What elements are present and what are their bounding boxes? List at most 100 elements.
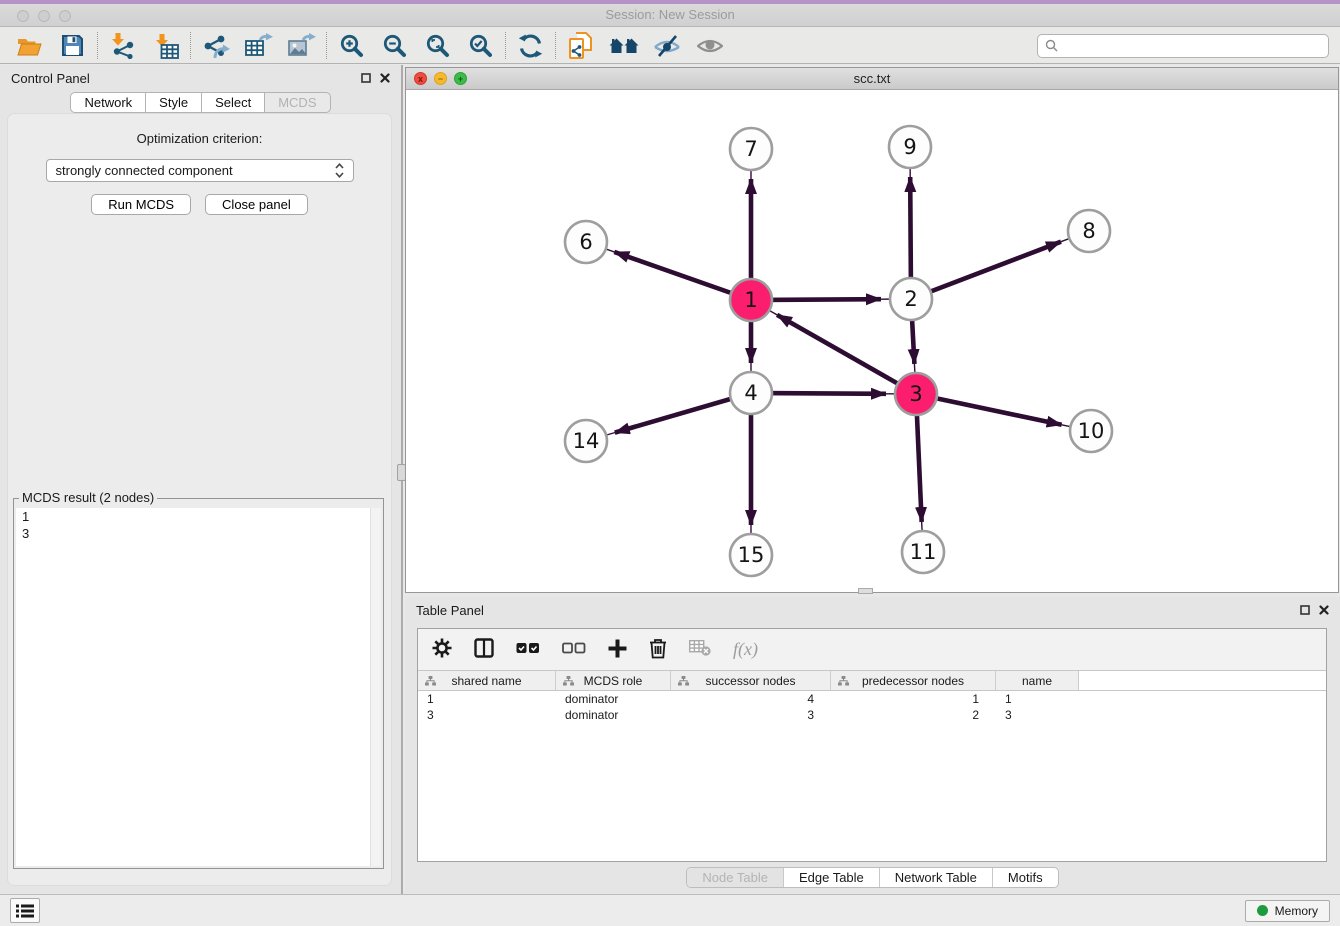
graph-node-1[interactable]: 1 [730, 279, 772, 321]
dropdown-stepper-icon [335, 163, 344, 178]
network-title: scc.txt [406, 71, 1338, 86]
tab-node-table[interactable]: Node Table [687, 868, 783, 887]
zoom-fit-icon [425, 33, 450, 58]
zoom-in-button[interactable] [330, 30, 373, 61]
export-image-button[interactable] [280, 30, 323, 61]
float-panel-icon[interactable] [361, 73, 371, 83]
import-network-button[interactable] [101, 30, 144, 61]
table-settings-button[interactable] [432, 638, 452, 661]
show-all-button[interactable] [688, 30, 731, 61]
network-maximize-icon[interactable]: + [454, 72, 467, 85]
open-session-button[interactable] [8, 30, 51, 61]
graph-edge-3-10[interactable] [916, 394, 1062, 425]
graph-node-label: 11 [910, 540, 937, 564]
close-panel-icon[interactable] [380, 73, 390, 83]
gear-icon [432, 638, 452, 658]
import-table-button[interactable] [144, 30, 187, 61]
graph-node-3[interactable]: 3 [895, 373, 937, 415]
graph-node-2[interactable]: 2 [890, 278, 932, 320]
criterion-dropdown[interactable]: strongly connected component [46, 159, 354, 182]
graph-node-10[interactable]: 10 [1070, 410, 1112, 452]
memory-button[interactable]: Memory [1245, 900, 1330, 922]
table-tabs: Node Table Edge Table Network Table Moti… [405, 867, 1340, 888]
tab-select[interactable]: Select [202, 92, 265, 113]
toolbar-separator [97, 32, 98, 59]
save-floppy-icon [61, 34, 84, 57]
column-tree-icon [563, 676, 574, 686]
network-close-icon[interactable]: x [414, 72, 427, 85]
column-header-predecessor-nodes[interactable]: predecessor nodes [831, 671, 996, 690]
add-column-button[interactable] [608, 639, 627, 661]
close-panel-icon[interactable] [1319, 605, 1329, 615]
run-mcds-button[interactable]: Run MCDS [91, 194, 191, 215]
network-window-titlebar[interactable]: x − + scc.txt [406, 68, 1338, 90]
column-header-mcds-role[interactable]: MCDS role [556, 671, 671, 690]
control-panel: Control Panel Network Style Select MCDS … [0, 65, 401, 894]
result-scrollbar[interactable] [370, 508, 381, 866]
hide-selected-button[interactable] [645, 30, 688, 61]
search-box[interactable] [1037, 34, 1329, 58]
memory-status-icon [1257, 905, 1268, 916]
deselect-all-icon [562, 642, 586, 654]
tab-network-table[interactable]: Network Table [879, 868, 992, 887]
graph-node-4[interactable]: 4 [730, 372, 772, 414]
graph-node-8[interactable]: 8 [1068, 210, 1110, 252]
column-header-filler [1079, 671, 1326, 690]
export-image-icon [288, 33, 316, 59]
first-neighbors-button[interactable] [602, 30, 645, 61]
deselect-all-button[interactable] [562, 642, 586, 657]
apply-layout-button[interactable] [509, 30, 552, 61]
trash-icon [649, 638, 667, 659]
network-minimize-icon[interactable]: − [434, 72, 447, 85]
delete-table-button[interactable] [689, 640, 711, 659]
list-icon [16, 904, 34, 918]
zoom-in-icon [339, 33, 364, 58]
new-network-from-selection-button[interactable] [559, 30, 602, 61]
control-panel-tabs: Network Style Select MCDS [0, 92, 401, 113]
toolbar-separator [555, 32, 556, 59]
show-columns-button[interactable] [474, 638, 494, 661]
select-all-button[interactable] [516, 642, 540, 657]
column-header-successor-nodes[interactable]: successor nodes [671, 671, 831, 690]
search-input[interactable] [1063, 37, 1321, 54]
mcds-result-text[interactable]: 1 3 [16, 508, 381, 866]
plus-icon [608, 639, 627, 658]
close-panel-button[interactable]: Close panel [205, 194, 308, 215]
tab-mcds[interactable]: MCDS [265, 92, 330, 113]
network-canvas[interactable]: 7 9 6 8 1 2 4 3 14 10 15 11 [406, 91, 1338, 592]
zoom-selected-button[interactable] [459, 30, 502, 61]
tab-network[interactable]: Network [70, 92, 146, 113]
column-header-name[interactable]: name [996, 671, 1079, 690]
zoom-selected-icon [468, 33, 493, 58]
float-panel-icon[interactable] [1300, 605, 1310, 615]
tab-motifs[interactable]: Motifs [992, 868, 1058, 887]
zoom-fit-button[interactable] [416, 30, 459, 61]
table-row[interactable]: 1 dominator 4 1 1 [418, 691, 1326, 707]
column-tree-icon [678, 676, 689, 686]
table-row[interactable]: 3 dominator 3 2 3 [418, 707, 1326, 723]
graph-edge-2-8[interactable] [911, 242, 1061, 299]
graph-node-11[interactable]: 11 [902, 531, 944, 573]
delete-column-button[interactable] [649, 638, 667, 662]
graph-node-6[interactable]: 6 [565, 221, 607, 263]
column-header-shared-name[interactable]: shared name [418, 671, 556, 690]
criterion-value: strongly connected component [56, 163, 233, 178]
eye-slash-icon [653, 34, 681, 58]
horizontal-splitter-handle[interactable] [858, 588, 873, 594]
function-builder-button[interactable]: f(x) [733, 639, 758, 660]
mcds-result-line: 3 [16, 525, 381, 542]
export-table-button[interactable] [237, 30, 280, 61]
graph-node-14[interactable]: 14 [565, 420, 607, 462]
memory-label: Memory [1275, 904, 1318, 918]
select-all-icon [516, 642, 540, 654]
graph-node-15[interactable]: 15 [730, 534, 772, 576]
graph-node-7[interactable]: 7 [730, 128, 772, 170]
tab-edge-table[interactable]: Edge Table [783, 868, 879, 887]
save-session-button[interactable] [51, 30, 94, 61]
graph-node-9[interactable]: 9 [889, 126, 931, 168]
export-network-button[interactable] [194, 30, 237, 61]
tab-style[interactable]: Style [146, 92, 202, 113]
task-history-button[interactable] [10, 898, 40, 923]
zoom-out-button[interactable] [373, 30, 416, 61]
graph-edge-3-1[interactable] [777, 315, 916, 394]
